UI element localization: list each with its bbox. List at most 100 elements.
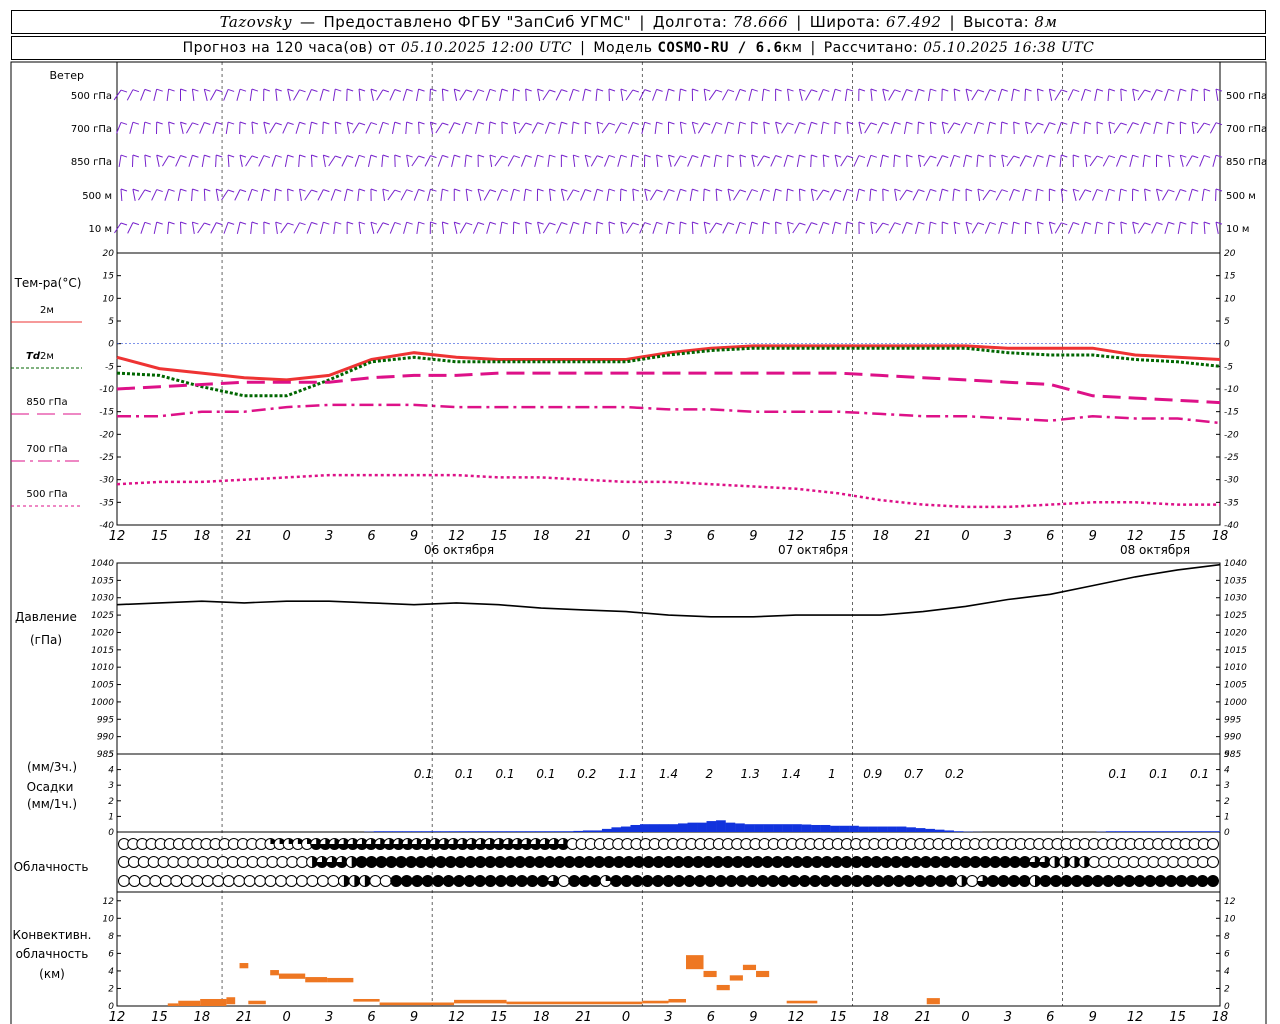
- wind-barb-feather: [406, 221, 413, 225]
- wind-barb-feather: [442, 221, 449, 225]
- wind-barb: [358, 88, 361, 102]
- convective-tick-label-right: 12: [1224, 897, 1236, 907]
- cloud-symbol: [266, 856, 279, 868]
- wind-barb-feather: [977, 154, 985, 158]
- wind-barb-feather: [251, 121, 259, 125]
- wind-barb: [711, 122, 717, 134]
- cloud-symbol: [285, 875, 298, 887]
- wind-barb-feather: [1073, 154, 1080, 158]
- wind-barb-feather: [965, 188, 973, 192]
- wind-barb-feather: [394, 154, 401, 158]
- precip-tick-label-right: 1: [1224, 812, 1230, 822]
- wind-barb-feather: [858, 221, 866, 225]
- wind-barb-feather: [346, 188, 354, 192]
- wind-barb-feather: [489, 221, 497, 225]
- wind-barb: [319, 89, 324, 101]
- wind-barb: [140, 222, 146, 234]
- wind-barb-feather: [477, 89, 485, 93]
- wind-barb-feather: [715, 222, 723, 226]
- wind-barb: [805, 222, 812, 234]
- cloud-symbol: [474, 856, 487, 868]
- wind-barb: [737, 121, 741, 135]
- wind-barb-feather: [1061, 154, 1068, 158]
- cloud-symbol: [642, 856, 655, 868]
- precip-bar: [658, 824, 669, 832]
- wind-barb: [537, 89, 541, 101]
- wind-barb: [620, 88, 624, 102]
- precip-bar: [620, 826, 631, 832]
- wind-barb: [144, 154, 147, 168]
- wind-barb: [319, 222, 324, 234]
- wind-barb: [512, 88, 515, 102]
- wind-barb: [1013, 121, 1015, 135]
- cloud-symbol: [622, 856, 635, 868]
- cloud-symbol: [820, 856, 833, 868]
- wind-barb-feather: [644, 188, 651, 192]
- temperature-legend-td: Td: [26, 351, 41, 362]
- cloud-symbol: [484, 856, 497, 868]
- wind-barb-feather: [1192, 88, 1199, 92]
- temperature-tick-label-right: -5: [1224, 362, 1233, 372]
- cloud-symbol: [1147, 856, 1160, 868]
- precip-bar: [801, 824, 812, 832]
- wind-barb: [953, 221, 957, 235]
- wind-barb-feather: [525, 88, 532, 92]
- axis-bottom-hour-tick: 15: [1169, 1010, 1186, 1024]
- convective-bar-18: [716, 984, 730, 991]
- wind-barb-feather: [466, 89, 473, 93]
- wind-barb-feather: [834, 154, 842, 158]
- precip-bar: [887, 826, 897, 832]
- wind-barb: [869, 188, 872, 202]
- wind-barb: [127, 222, 134, 234]
- wind-barb: [953, 88, 956, 102]
- wind-barb-feather: [727, 188, 735, 192]
- cloud-symbol: [432, 875, 445, 887]
- wind-barb: [807, 122, 812, 134]
- cloud-symbol: [929, 856, 942, 868]
- wind-barb: [389, 89, 396, 101]
- wind-barb: [997, 89, 1003, 101]
- precip-3h-label: 1.4: [659, 767, 678, 781]
- wind-barb: [1215, 88, 1219, 102]
- wind-barb: [560, 189, 565, 201]
- wind-barb-feather: [358, 122, 366, 126]
- wind-barb: [496, 189, 503, 201]
- cloud-symbol: [966, 875, 979, 887]
- cloud-symbol: [1165, 875, 1178, 887]
- wind-barb-feather: [549, 121, 556, 125]
- wind-barb: [917, 121, 919, 135]
- wind-barb: [840, 155, 848, 167]
- wind-barb-feather: [858, 188, 866, 192]
- wind-barb: [306, 89, 312, 101]
- wind-barb-feather: [858, 155, 866, 159]
- wind-barb: [346, 122, 350, 134]
- wind-barb-feather: [608, 188, 616, 192]
- wind-barb-feather: [989, 154, 997, 158]
- pressure-tick-label-right: 1035: [1224, 576, 1247, 586]
- precip-bar: [1105, 831, 1116, 832]
- cloud-symbol: [191, 875, 204, 887]
- precip-unit-1h: (мм/1ч.): [27, 797, 77, 811]
- wind-barb-feather: [1037, 188, 1044, 192]
- wind-barb: [798, 188, 801, 202]
- cloud-symbol: [871, 875, 884, 887]
- wind-barb-feather: [1001, 121, 1008, 125]
- wind-barb: [987, 122, 991, 134]
- cloud-symbol: [850, 856, 863, 868]
- wind-barb: [665, 222, 669, 234]
- wind-barb: [151, 189, 158, 201]
- wind-barb-feather: [775, 188, 782, 192]
- axis-top-hour-tick: 15: [491, 529, 508, 544]
- wind-barb-feather: [1096, 221, 1104, 225]
- cloud-symbol: [127, 856, 140, 868]
- wind-barb-feather: [430, 155, 437, 159]
- wind-barb-feather: [537, 188, 544, 192]
- convective-tick-label-left: 10: [103, 914, 115, 924]
- wind-barb: [888, 89, 896, 101]
- wind-barb-feather: [1203, 154, 1211, 158]
- wind-barb-feather: [477, 121, 485, 125]
- cloud-symbol: [652, 875, 665, 887]
- wind-barb-feather: [358, 88, 366, 92]
- axis-bottom-hour-tick: 15: [830, 1010, 847, 1024]
- wind-barb-feather: [501, 155, 509, 159]
